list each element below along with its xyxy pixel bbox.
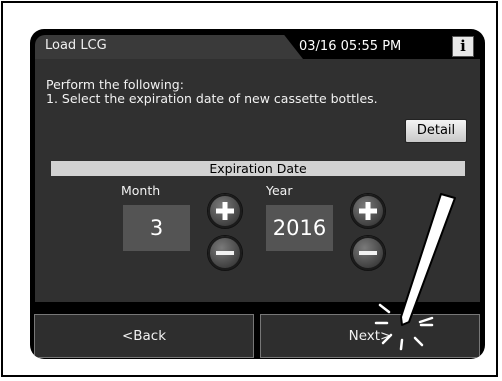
minus-icon [351, 236, 385, 270]
month-increment-button[interactable] [207, 193, 243, 229]
title-bar: Load LCG 03/16 05:55 PM i [35, 35, 480, 59]
instruction-text: Perform the following: 1. Select the exp… [46, 78, 378, 106]
month-value: 3 [123, 205, 190, 251]
main-panel: Perform the following: 1. Select the exp… [35, 59, 480, 302]
back-button[interactable]: <Back [34, 314, 254, 358]
instruction-line-2: 1. Select the expiration date of new cas… [46, 91, 378, 106]
year-value: 2016 [266, 205, 333, 251]
next-button[interactable]: Next> [260, 314, 480, 358]
device-screen: Load LCG 03/16 05:55 PM i Perform the fo… [30, 29, 485, 359]
navigation-bar: <Back Next> [34, 314, 481, 358]
detail-button[interactable]: Detail [405, 119, 467, 143]
screen-title: Load LCG [45, 38, 107, 53]
info-icon: i [460, 37, 466, 55]
year-decrement-button[interactable] [350, 235, 386, 271]
info-button[interactable]: i [452, 36, 474, 57]
expiration-date-header: Expiration Date [51, 161, 465, 176]
date-time-display: 03/16 05:55 PM [299, 39, 402, 54]
plus-icon [208, 194, 242, 228]
month-decrement-button[interactable] [207, 235, 243, 271]
instruction-line-1: Perform the following: [46, 77, 184, 92]
year-increment-button[interactable] [350, 193, 386, 229]
minus-icon [208, 236, 242, 270]
plus-icon [351, 194, 385, 228]
month-label: Month [121, 183, 161, 198]
year-label: Year [266, 183, 293, 198]
